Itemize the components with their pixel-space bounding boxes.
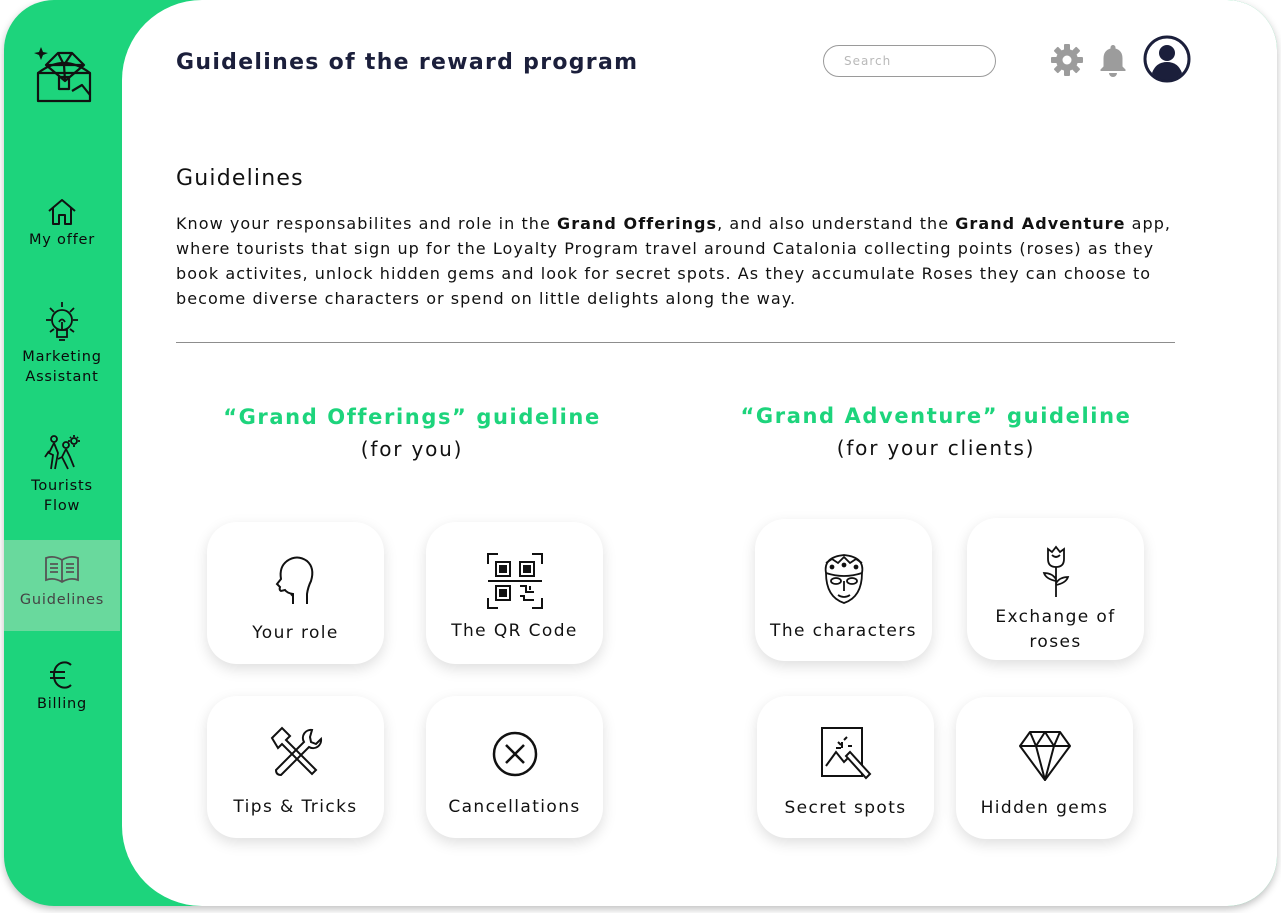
card-label: Exchange of [995, 607, 1116, 627]
card-label: Hidden gems [980, 798, 1109, 818]
head-profile-icon [275, 556, 313, 604]
sidebar-item-billing[interactable]: Billing [4, 659, 120, 719]
card-hidden-gems[interactable]: Hidden gems [956, 697, 1133, 839]
bell-icon[interactable] [1098, 43, 1128, 77]
card-label: The QR Code [451, 621, 578, 641]
card-secret-spots[interactable]: Secret spots [757, 696, 934, 838]
house-icon [48, 199, 76, 225]
divider [176, 342, 1175, 343]
magic-map-icon [820, 727, 871, 780]
sidebar-item-label: Marketing [22, 349, 102, 365]
card-label: Your role [252, 623, 339, 643]
treasure-chest-icon[interactable] [32, 43, 98, 105]
card-label: Cancellations [448, 797, 581, 817]
intro-text: Know your responsabilites and role in th… [176, 214, 558, 233]
tourists-icon [44, 435, 80, 470]
sidebar-item-label: Assistant [25, 369, 99, 385]
card-cancellations[interactable]: Cancellations [426, 696, 603, 838]
card-qr-code[interactable]: The QR Code [426, 522, 603, 664]
search-input[interactable] [823, 45, 996, 77]
intro-bold-grand-offerings: Grand Offerings [557, 214, 718, 233]
sidebar-item-label: Guidelines [19, 592, 105, 608]
card-label: Secret spots [784, 798, 907, 818]
user-avatar-icon[interactable] [1143, 35, 1191, 83]
sidebar-item-label: My offer [28, 232, 96, 248]
section-title: Guidelines [176, 166, 304, 191]
euro-icon [50, 661, 72, 689]
sidebar-item-marketing-assistant[interactable]: Marketing Assistant [4, 300, 120, 392]
intro-text: , and also understand the [717, 214, 956, 233]
card-your-role[interactable]: Your role [207, 522, 384, 664]
sidebar-item-my-offer[interactable]: My offer [4, 197, 120, 259]
rose-icon [1042, 545, 1069, 597]
offerings-heading: “Grand Offerings” guideline (for you) [152, 401, 672, 465]
sidebar-item-guidelines[interactable]: Guidelines [4, 540, 120, 631]
open-book-icon [45, 555, 79, 584]
offerings-title: “Grand Offerings” guideline [223, 405, 601, 429]
diamond-icon [1018, 731, 1071, 781]
card-label: roses [1029, 632, 1082, 652]
guidelines-intro: Know your responsabilites and role in th… [176, 211, 1186, 311]
sidebar-item-label: Flow [43, 498, 81, 514]
adventure-subtitle: (for your clients) [836, 436, 1036, 460]
cancel-circle-icon [492, 731, 537, 777]
card-label: The characters [770, 621, 917, 641]
gear-icon[interactable] [1050, 43, 1084, 77]
adventure-title: “Grand Adventure” guideline [740, 404, 1132, 428]
adventure-heading: “Grand Adventure” guideline (for your cl… [676, 400, 1196, 464]
card-tips-tricks[interactable]: Tips & Tricks [207, 696, 384, 838]
sidebar-item-tourists-flow[interactable]: Tourists Flow [4, 433, 120, 521]
intro-bold-grand-adventure: Grand Adventure [955, 214, 1126, 233]
qr-code-icon [486, 553, 543, 609]
tools-icon [270, 726, 322, 777]
offerings-subtitle: (for you) [360, 437, 464, 461]
card-exchange-of-roses[interactable]: Exchange of roses [967, 518, 1144, 660]
card-the-characters[interactable]: The characters [755, 519, 932, 661]
sidebar-item-label: Billing [36, 696, 88, 712]
page-title: Guidelines of the reward program [176, 50, 639, 75]
mask-character-icon [824, 554, 863, 604]
lightbulb-icon [46, 302, 78, 341]
sidebar-item-label: Tourists [31, 478, 93, 494]
card-label: Tips & Tricks [233, 797, 358, 817]
